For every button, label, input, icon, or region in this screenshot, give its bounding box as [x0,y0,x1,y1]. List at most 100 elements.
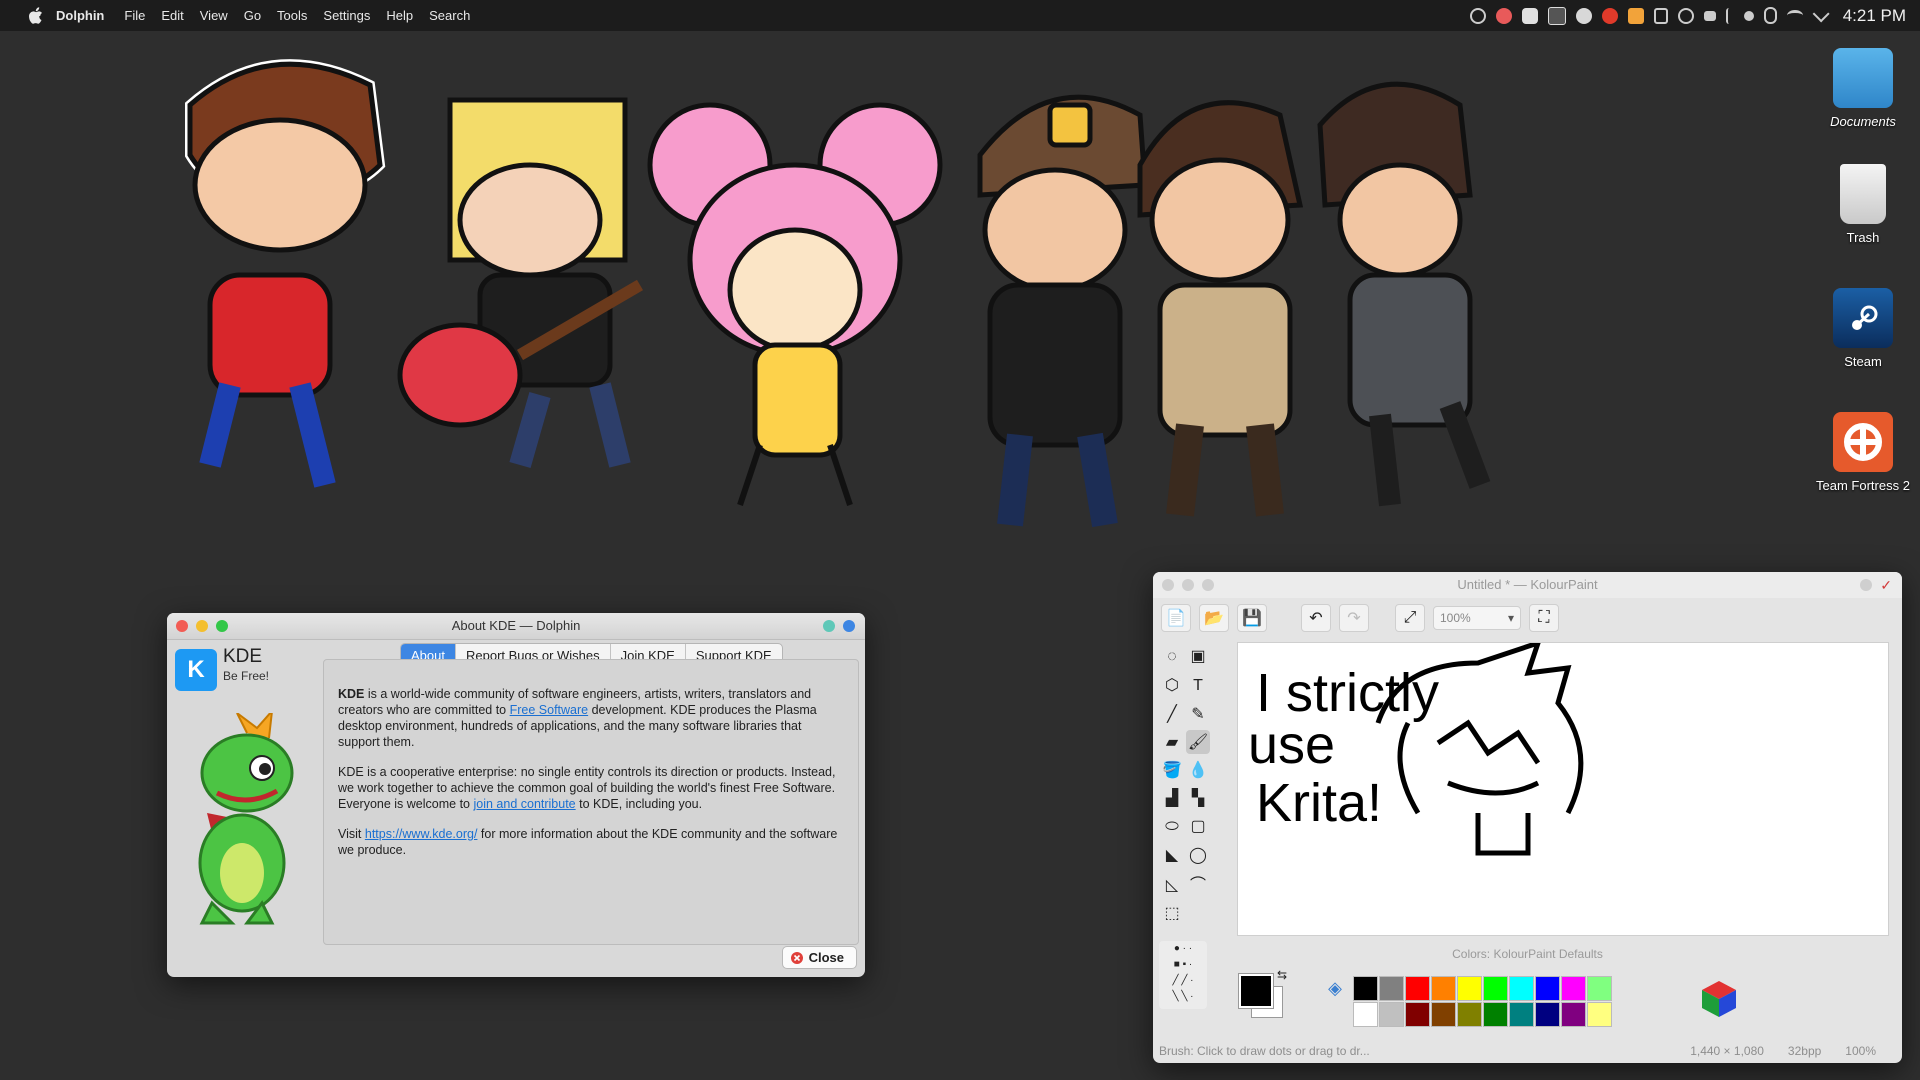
menu-help[interactable]: Help [386,8,413,23]
foreground-background-color[interactable]: ⇆ [1238,968,1287,1020]
foreground-color-swatch[interactable] [1238,973,1274,1009]
wifi-icon[interactable] [1786,10,1803,21]
app-c-icon[interactable] [1495,7,1512,24]
palette-color-swatch[interactable] [1509,976,1534,1001]
desktop-icon-team-fortress-2[interactable]: Team Fortress 2 [1808,412,1918,493]
ellipse-icon[interactable]: ⬭ [1160,815,1184,839]
brightness-icon[interactable] [1743,10,1754,21]
bluetooth-icon[interactable] [1725,7,1734,24]
palette-color-swatch[interactable] [1405,1002,1430,1027]
menu-search[interactable]: Search [429,8,470,23]
polygon-icon[interactable]: ◣ [1160,843,1184,867]
palette-color-swatch[interactable] [1431,1002,1456,1027]
palette-color-swatch[interactable] [1457,976,1482,1001]
palette-color-swatch[interactable] [1587,1002,1612,1027]
text-icon[interactable]: T [1186,674,1210,698]
join-and-contribute-link[interactable]: join and contribute [473,797,575,811]
discord-icon[interactable] [1521,7,1538,24]
minimize-window-button[interactable] [196,620,208,632]
menu-settings[interactable]: Settings [323,8,370,23]
palette-color-swatch[interactable] [1561,1002,1586,1027]
line-icon[interactable]: ╱ [1160,702,1184,726]
close-window-button[interactable] [1162,579,1174,591]
free-software-link[interactable]: Free Software [510,703,589,717]
palette-color-swatch[interactable] [1353,976,1378,1001]
autocrop-icon[interactable]: ▣ [1186,644,1210,668]
palette-color-swatch[interactable] [1379,1002,1404,1027]
close-button[interactable]: Close [781,946,857,969]
palette-color-swatch[interactable] [1561,976,1586,1001]
palette-color-swatch[interactable] [1509,1002,1534,1027]
help-icon[interactable] [823,620,835,632]
color-cube-icon[interactable] [1698,977,1740,1019]
polyline-icon[interactable]: ◺ [1160,873,1184,897]
palette-color-swatch[interactable] [1587,976,1612,1001]
redo-icon[interactable]: ↷ [1339,604,1369,632]
rounded-rect-icon[interactable]: ◯ [1186,843,1210,867]
lasso-select-icon[interactable]: ◌ [1160,645,1184,669]
rect-select-icon[interactable]: ⬚ [1160,901,1184,925]
menu-file[interactable]: File [124,8,145,23]
desktop-icon-steam[interactable]: Steam [1808,288,1918,369]
spraycan-icon[interactable]: ▚ [1186,786,1210,810]
steam-tray-icon[interactable] [1575,7,1592,24]
clock[interactable]: 4:21 PM [1843,6,1906,26]
desktop-icon-trash[interactable]: Trash [1808,164,1918,245]
menu-go[interactable]: Go [244,8,261,23]
new-file-icon[interactable]: 📄 [1161,604,1191,632]
rectangle-icon[interactable]: ▢ [1186,814,1210,838]
eraser-icon[interactable]: ▰ [1160,730,1184,754]
palette-color-swatch[interactable] [1535,1002,1560,1027]
color-picker-icon[interactable]: 💧 [1186,758,1210,782]
open-folder-icon[interactable]: 📂 [1199,604,1229,632]
keep-above-icon[interactable] [843,620,855,632]
palette-color-swatch[interactable] [1483,1002,1508,1027]
palette-color-swatch[interactable] [1353,1002,1378,1027]
apple-logo-icon[interactable] [28,7,46,25]
free-select-icon[interactable]: ⬡ [1160,673,1184,697]
save-icon[interactable]: 💾 [1237,604,1267,632]
palette-color-swatch[interactable] [1431,976,1456,1001]
close-window-button[interactable] [176,620,188,632]
palette-color-swatch[interactable] [1535,976,1560,1001]
palette-color-swatch[interactable] [1405,976,1430,1001]
desktop-icon-documents[interactable]: Documents [1808,48,1918,129]
xp-pen-icon[interactable] [1547,6,1566,25]
menu-view[interactable]: View [200,8,228,23]
kde-website-link[interactable]: https://www.kde.org/ [365,827,478,841]
menu-edit[interactable]: Edit [161,8,183,23]
menu-tools[interactable]: Tools [277,8,307,23]
clipboard-icon[interactable] [1653,7,1668,24]
swap-colors-icon[interactable]: ⇆ [1277,968,1287,982]
window-titlebar[interactable]: About KDE — Dolphin [167,613,865,640]
window-titlebar[interactable]: Untitled * — KolourPaint ✓ [1153,572,1902,598]
wallpaper-character-1 [185,59,386,488]
palette-color-swatch[interactable] [1379,976,1404,1001]
undo-icon[interactable]: ↶ [1301,604,1331,632]
brush-icon[interactable]: 🖌 [1186,730,1210,754]
active-app-name[interactable]: Dolphin [56,8,104,23]
tomato-icon[interactable] [1601,7,1618,24]
app-h-icon[interactable] [1627,7,1644,24]
color-eraser-icon[interactable]: ▟ [1160,786,1184,810]
mouse-icon[interactable] [1763,7,1777,24]
zoom-to-fit-icon[interactable]: ⤢ [1395,604,1425,632]
maximize-window-button[interactable] [216,620,228,632]
palette-color-swatch[interactable] [1483,976,1508,1001]
curve-icon[interactable]: ⌒ [1186,871,1210,895]
flood-fill-icon[interactable]: 🪣 [1160,758,1184,782]
chevron-down-icon[interactable] [1812,4,1830,22]
play-icon[interactable] [1677,7,1694,24]
help-icon[interactable] [1860,579,1872,591]
minimize-window-button[interactable] [1182,579,1194,591]
zoom-fullscreen-icon[interactable]: ⛶ [1529,604,1559,632]
color-transparent-icon[interactable]: ◈ [1323,976,1347,1000]
palette-color-swatch[interactable] [1457,1002,1482,1027]
maximize-window-button[interactable] [1202,579,1214,591]
volume-icon[interactable] [1703,10,1716,21]
mute-icon[interactable] [1469,7,1486,24]
pen-icon[interactable]: ✎ [1186,702,1210,726]
zoom-select[interactable]: 100% ▾ [1433,606,1521,630]
check-icon[interactable]: ✓ [1880,572,1892,598]
drawing-canvas[interactable]: I strictly use Krita! [1237,642,1889,936]
